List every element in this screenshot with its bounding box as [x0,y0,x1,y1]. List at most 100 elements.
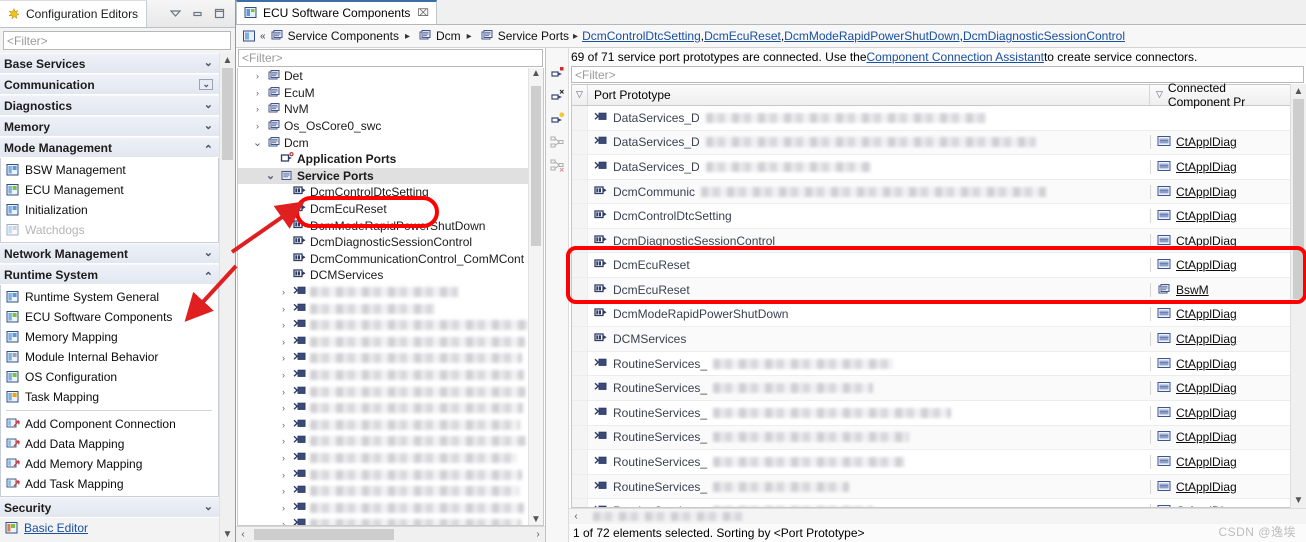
sidebar-group-base-services[interactable]: Base Services ⌄ [0,53,219,74]
twisty-collapsed-icon[interactable]: › [277,420,290,430]
tree-node-item[interactable]: › [238,516,543,526]
twisty-collapsed-icon[interactable]: › [277,453,290,463]
tree-node-item[interactable]: › [238,333,543,350]
connected-component-link[interactable]: CtApplDiag [1176,135,1237,149]
tree-node-item[interactable]: › [238,416,543,433]
sidebar-filter-input[interactable]: <Filter> [3,31,231,50]
table-row[interactable]: DcmControlDtcSetting CtApplDiag [572,204,1290,229]
table-row[interactable]: RoutineServices_ CtApplDiag [572,499,1290,508]
table-hscroll-track[interactable] [583,511,1306,522]
sidebar-group-runtime-system[interactable]: Runtime System ⌄​ [0,264,219,285]
sidebar-item-add-memory-mapping[interactable]: Add Memory Mapping [1,454,218,474]
tree-node-ecum[interactable]: › EcuM [238,85,543,102]
twisty-collapsed-icon[interactable]: › [277,387,290,397]
connect-components-icon[interactable] [550,135,564,149]
twisty-expanded-icon[interactable]: ⌄ [251,137,264,148]
tree-node-item[interactable]: › [238,284,543,301]
twisty-collapsed-icon[interactable]: › [251,121,264,131]
twisty-collapsed-icon[interactable]: › [277,436,290,446]
table-hscroll-left-arrow[interactable]: ‹ [569,511,583,522]
scroll-down-arrow[interactable]: ▼ [223,527,233,542]
chevron-down-icon[interactable]: ⌄ [204,58,213,69]
new-port-icon[interactable] [550,112,565,126]
sidebar-group-memory[interactable]: Memory ⌄ [0,116,219,137]
tree-node-item[interactable]: › [238,499,543,516]
chevron-up-icon[interactable]: ⌄​ [204,142,213,154]
sidebar-group-communication[interactable]: Communication ⌄ [0,74,219,95]
sidebar-item-os-configuration[interactable]: OS Configuration [1,367,218,387]
breadcrumb-link-dcmcontroldtcsetting[interactable]: DcmControlDtcSetting [582,29,701,43]
twisty-expanded-icon[interactable]: ⌄ [264,170,277,181]
tree-node-item[interactable]: › [238,433,543,450]
table-row[interactable]: DataServices_D CtApplDiag [572,155,1290,180]
tree-node-dcm[interactable]: ⌄ Dcm [238,134,543,151]
twisty-collapsed-icon[interactable]: › [277,320,290,330]
column-header-port-prototype[interactable]: Port Prototype [588,84,1150,105]
close-icon[interactable]: ⌧ [417,8,429,19]
sidebar-item-runtime-system-general[interactable]: Runtime System General [1,287,218,307]
connected-component-link[interactable]: CtApplDiag [1176,160,1237,174]
table-hscroll-thumb[interactable] [593,512,743,522]
twisty-collapsed-icon[interactable]: › [277,370,290,380]
tree-node-nvm[interactable]: › NvM [238,101,543,118]
table-row[interactable]: DCMServices CtApplDiag [572,327,1290,352]
tree-node-dcmdiagnosticsessioncontrol[interactable]: DcmDiagnosticSessionControl [238,234,543,251]
sidebar-item-add-data-mapping[interactable]: Add Data Mapping [1,434,218,454]
table-scroll-up-arrow[interactable]: ▲ [1294,84,1304,99]
tree-hscroll-left-arrow[interactable]: ‹ [236,529,250,540]
table-row[interactable]: RoutineServices_ CtApplDiag [572,425,1290,451]
tree-node-item[interactable]: › [238,483,543,500]
sidebar-group-mode-management[interactable]: Mode Management ⌄​ [0,137,219,158]
chevron-down-icon[interactable]: ⌄ [204,100,213,111]
tree-scroll-down-arrow[interactable]: ▼ [529,514,543,525]
breadcrumb-link-dcmecureset[interactable]: DcmEcuReset [704,29,781,43]
sidebar-group-security[interactable]: Security ⌄ [0,497,219,518]
twisty-collapsed-icon[interactable]: › [277,337,290,347]
connected-component-link[interactable]: CtApplDiag [1176,258,1237,272]
chevron-up-icon[interactable]: ⌄​ [204,269,213,281]
table-row[interactable]: RoutineServices_ CtApplDiag [572,351,1290,377]
sidebar-item-add-task-mapping[interactable]: Add Task Mapping [1,474,218,494]
table-row[interactable]: DcmEcuReset BswM [572,278,1290,303]
breadcrumb-back-icon[interactable]: « [260,31,266,42]
sidebar-item-task-mapping[interactable]: Task Mapping [1,387,218,407]
add-port-icon[interactable] [550,66,564,80]
twisty-collapsed-icon[interactable]: › [277,519,290,525]
sidebar-item-memory-mapping[interactable]: Memory Mapping [1,327,218,347]
breadcrumb-segment-dcm[interactable]: Dcm [436,29,461,43]
breadcrumb-segment-service-components[interactable]: Service Components [288,29,399,43]
twisty-collapsed-icon[interactable]: › [251,104,264,114]
tree-node-dcmecureset[interactable]: DcmEcuReset [238,201,543,218]
tree-node-application-ports[interactable]: Application Ports [238,151,543,168]
connected-component-link[interactable]: CtApplDiag [1176,430,1237,444]
tree-node-dcmcommunicationcontrol-commcont[interactable]: DcmCommunicationControl_ComMCont [238,250,543,267]
tree-node-item[interactable]: › [238,350,543,367]
sidebar-vertical-scrollbar[interactable]: ▲ ▼ [219,53,235,542]
twisty-collapsed-icon[interactable]: › [277,503,290,513]
component-connection-assistant-link[interactable]: Component Connection Assistant [867,50,1044,64]
connected-component-link[interactable]: CtApplDiag [1176,234,1237,248]
basic-editor-link[interactable]: Basic Editor [24,521,88,535]
table-horizontal-scrollbar[interactable]: ‹ [569,508,1306,524]
sidebar-item-bsw-management[interactable]: BSW Management [1,160,218,180]
connected-component-link[interactable]: CtApplDiag [1176,357,1237,371]
table-row[interactable]: DataServices_D CtApplDiag [572,130,1290,156]
table-row[interactable]: DcmModeRapidPowerShutDown CtApplDiag [572,302,1290,328]
tree-hscroll-thumb[interactable] [254,529,394,541]
tree-scrollbar-thumb[interactable] [531,85,541,246]
tree-node-item[interactable]: › [238,317,543,334]
table-scrollbar-thumb[interactable] [1293,98,1304,299]
table-vertical-scrollbar[interactable]: ▲ ▼ [1290,83,1306,509]
twisty-collapsed-icon[interactable]: › [251,71,264,81]
twisty-collapsed-icon[interactable]: › [277,304,290,314]
delete-port-icon[interactable] [550,89,564,103]
table-row[interactable]: DcmCommunic CtApplDiag [572,179,1290,205]
connected-component-link[interactable]: CtApplDiag [1176,480,1237,494]
tree-node-dcmmoderapidpowershutdown[interactable]: DcmModeRapidPowerShutDown [238,217,543,234]
chevron-down-icon[interactable]: ⌄ [204,248,213,259]
tree-hscroll-track[interactable] [250,529,531,541]
connected-component-link[interactable]: CtApplDiag [1176,504,1237,507]
twisty-collapsed-icon[interactable]: › [277,353,290,363]
tree-node-item[interactable]: › [238,383,543,400]
view-menu-icon[interactable] [169,7,182,20]
